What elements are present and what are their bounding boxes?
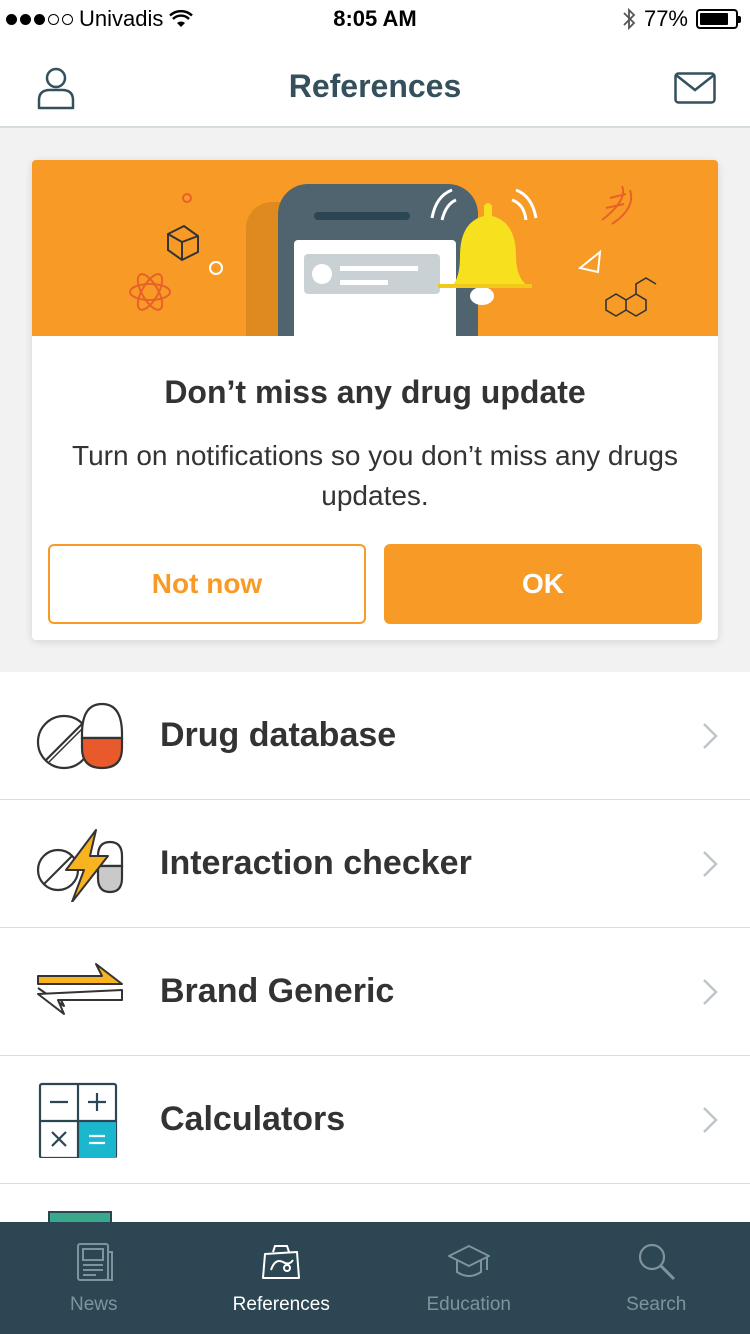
page-title: References — [288, 68, 462, 104]
tab-search[interactable]: Search — [563, 1222, 750, 1334]
not-now-button[interactable]: Not now — [48, 544, 366, 624]
references-bag-icon — [262, 1245, 301, 1279]
notification-prompt-card: Don’t miss any drug update Turn on notif… — [32, 160, 718, 640]
list-item-calculators[interactable]: Calculators — [0, 1056, 750, 1184]
list-item-partial[interactable] — [0, 1184, 750, 1224]
tab-label: References — [232, 1294, 330, 1315]
references-list: Drug database Interaction checker Brand … — [0, 672, 750, 1224]
status-bar: Univadis 8:05 AM 77% — [0, 0, 750, 40]
bluetooth-icon — [623, 7, 636, 31]
list-item-drug-database[interactable]: Drug database — [0, 672, 750, 800]
ok-button[interactable]: OK — [384, 544, 702, 624]
chevron-right-icon — [703, 851, 718, 877]
chevron-right-icon — [703, 979, 718, 1005]
pill-capsule-icon — [36, 702, 124, 770]
tab-bar: News References Education Search — [0, 1222, 750, 1334]
status-right: 77% — [622, 6, 741, 32]
card-body: Turn on notifications so you don’t miss … — [72, 440, 678, 511]
list-item-brand-generic[interactable]: Brand Generic — [0, 928, 750, 1056]
navigation-bar: References — [0, 40, 750, 128]
list-item-label: Calculators — [160, 1100, 346, 1138]
tab-references[interactable]: References — [188, 1222, 376, 1334]
tab-education[interactable]: Education — [375, 1222, 563, 1334]
chevron-right-icon — [703, 1107, 718, 1133]
tab-label: Search — [626, 1294, 687, 1315]
graduation-cap-icon — [447, 1245, 490, 1277]
tab-label: News — [69, 1294, 118, 1315]
list-item-label: Interaction checker — [160, 844, 472, 882]
swap-arrows-icon — [37, 963, 123, 1015]
tab-label: Education — [426, 1294, 511, 1315]
search-icon — [639, 1243, 676, 1281]
battery-icon — [696, 9, 741, 29]
tab-news[interactable]: News — [0, 1222, 188, 1334]
chevron-right-icon — [703, 723, 718, 749]
list-item-label: Drug database — [160, 716, 397, 754]
list-item-label: Brand Generic — [160, 972, 395, 1010]
battery-percent: 77% — [643, 6, 688, 31]
calculator-icon — [38, 1082, 118, 1158]
newspaper-icon — [76, 1243, 113, 1281]
mail-icon[interactable] — [674, 72, 716, 104]
phone-bell-illustration — [129, 184, 657, 336]
notification-banner-illustration — [32, 160, 718, 336]
list-item-interaction-checker[interactable]: Interaction checker — [0, 800, 750, 928]
card-title: Don’t miss any drug update — [164, 374, 586, 410]
lightning-pill-icon — [36, 829, 124, 902]
